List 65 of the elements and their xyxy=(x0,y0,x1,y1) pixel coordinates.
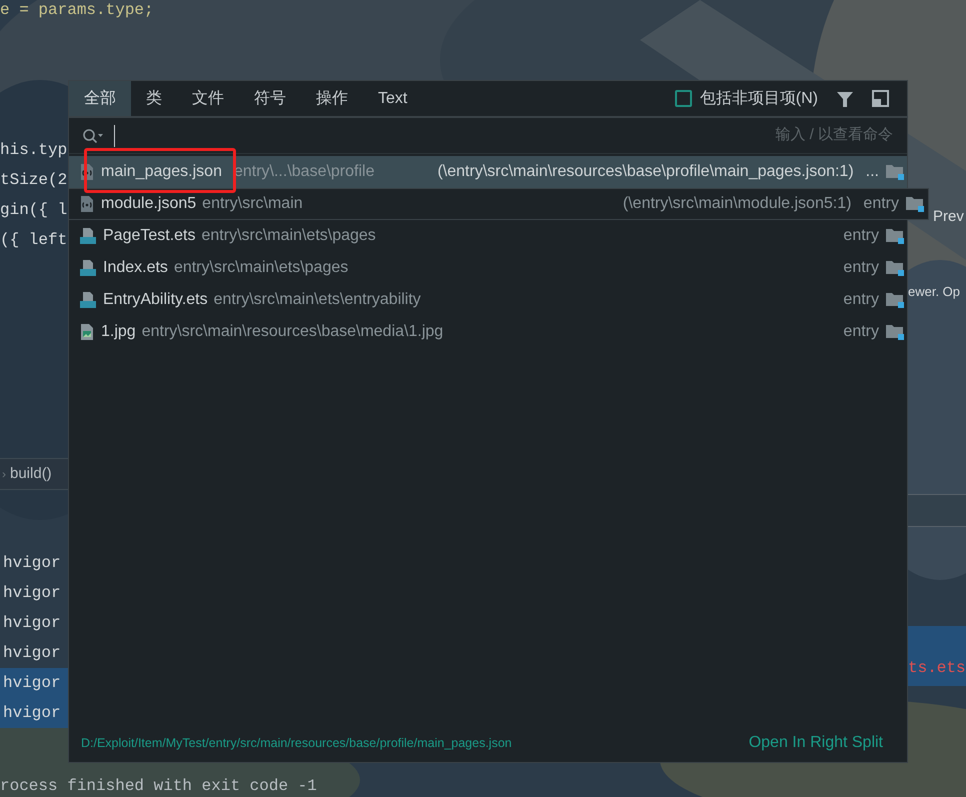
more-text: ... xyxy=(866,162,879,182)
module-name: entry xyxy=(863,194,899,214)
checkbox-label[interactable]: 包括非项目项(N) xyxy=(700,86,818,110)
window-icon[interactable] xyxy=(872,90,889,107)
breadcrumb-item[interactable]: build() xyxy=(10,462,52,486)
file-name: EntryAbility.ets xyxy=(103,290,208,310)
code-file-icon xyxy=(79,291,97,309)
file-location: (\entry\src\main\resources\base\profile\main_pages.json:1) xyxy=(437,162,854,182)
file-path-footer: D:/Exploit/Item/MyTest/entry/src/main/resources/base/profile/main_pages.json xyxy=(81,734,512,752)
module-folder-icon xyxy=(885,163,905,181)
code-line: tSize(2 xyxy=(0,170,68,191)
json-file-icon xyxy=(79,195,95,213)
tab[interactable]: 全部 xyxy=(69,81,131,116)
file-path: entry\src\main\ets\pages xyxy=(174,258,348,278)
file-path: entry\src\main\ets\entryability xyxy=(214,290,421,310)
module-folder-icon xyxy=(885,323,905,341)
module-folder-icon xyxy=(885,259,905,277)
module-folder-icon xyxy=(885,291,905,309)
panel-text: ewer. Op xyxy=(908,283,960,301)
tab[interactable]: 类 xyxy=(131,81,177,116)
file-path: entry\src\main\resources\base\media\1.jpg xyxy=(142,322,444,342)
result-row[interactable]: PageTest.ets entry\src\main\ets\pages entry xyxy=(69,220,907,252)
module-name: entry xyxy=(843,258,879,278)
result-row[interactable]: EntryAbility.ets entry\src\main\ets\entryability entry xyxy=(69,284,907,316)
open-in-right-split-link[interactable]: Open In Right Split xyxy=(748,731,883,755)
console-line: rocess finished with exit code -1 xyxy=(0,776,317,796)
code-line: ({ left xyxy=(0,230,68,251)
breadcrumb-separator: › xyxy=(2,466,6,483)
module-folder-icon xyxy=(885,227,905,245)
filter-icon[interactable] xyxy=(836,90,854,108)
file-name: 1.jpg xyxy=(101,322,136,342)
tab[interactable]: 文件 xyxy=(177,81,239,116)
module-name: entry xyxy=(843,322,879,342)
search-field[interactable]: 输入 / 以查看命令 xyxy=(114,124,893,146)
file-name: main_pages.json xyxy=(101,162,222,182)
code-line: e = params.type; xyxy=(0,0,154,20)
console-line: hvigor xyxy=(2,583,62,604)
tab[interactable]: 操作 xyxy=(301,81,363,116)
image-file-icon xyxy=(79,323,95,341)
file-location: (\entry\src\main\module.json5:1) xyxy=(622,194,852,214)
module-name: entry xyxy=(843,226,879,246)
file-path: entry\src\main xyxy=(202,194,303,214)
console-line: hvigor xyxy=(2,613,62,634)
file-path: entry\...\base\profile xyxy=(234,162,374,182)
result-row[interactable]: module.json5 entry\src\main (\entry\src\main\module.json5:1) entry xyxy=(69,188,929,220)
file-name: module.json5 xyxy=(101,194,196,214)
checkbox[interactable] xyxy=(674,90,692,107)
search-icon[interactable] xyxy=(82,128,104,144)
code-line: gin({ l xyxy=(0,200,68,221)
panel-text: Prev xyxy=(932,207,965,227)
tab[interactable]: 符号 xyxy=(239,81,301,116)
file-name: PageTest.ets xyxy=(103,226,196,246)
tab[interactable]: Text xyxy=(363,81,422,116)
module-name: entry xyxy=(843,290,879,310)
module-folder-icon xyxy=(905,195,925,213)
code-line: his.typ xyxy=(0,140,68,161)
console-line: hvigor xyxy=(2,643,62,664)
code-file-icon xyxy=(79,227,97,245)
result-row[interactable]: 1.jpg entry\src\main\resources\base\media\1.jpg entry xyxy=(69,316,907,348)
file-name: Index.ets xyxy=(103,258,168,278)
result-row[interactable]: Index.ets entry\src\main\ets\pages entry xyxy=(69,252,907,284)
console-line: hvigor xyxy=(2,553,62,574)
file-path: entry\src\main\ets\pages xyxy=(202,226,376,246)
code-file-icon xyxy=(79,259,97,277)
result-row[interactable]: main_pages.json entry\...\base\profile (\entry\src\main\resources\base\profile\main_pages.json:1) ... xyxy=(69,156,907,188)
